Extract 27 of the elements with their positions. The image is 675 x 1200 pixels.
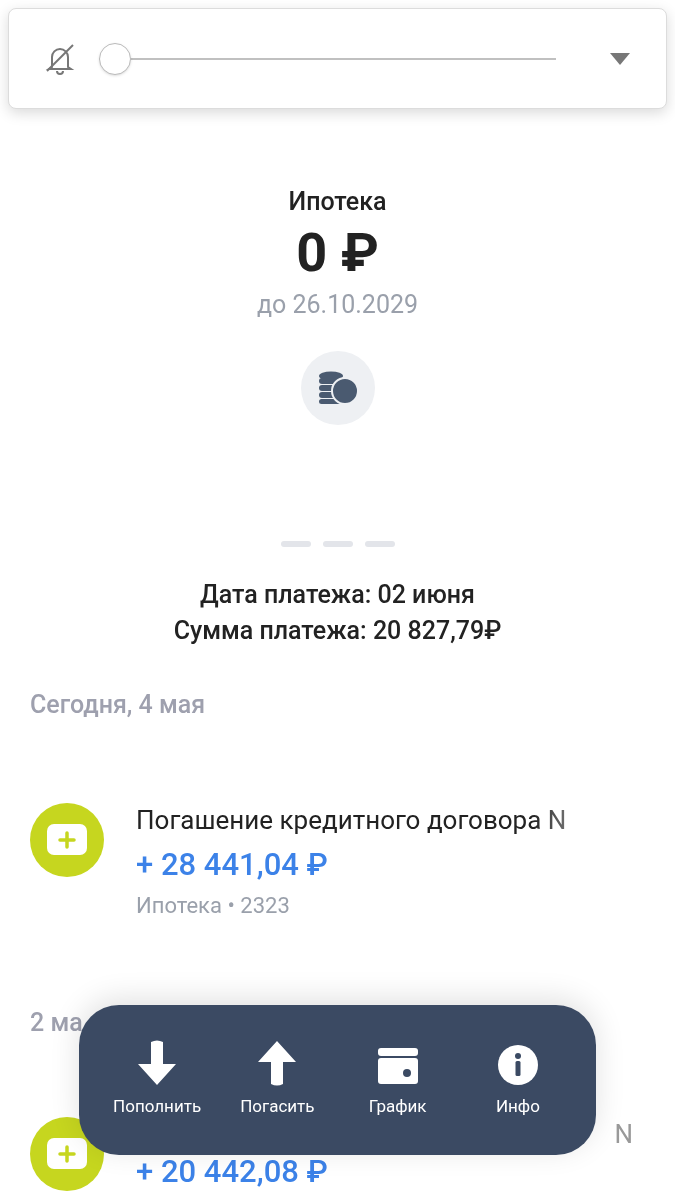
transaction-amount: + 20 442,08 ₽: [136, 1155, 329, 1189]
bell-muted-icon[interactable]: [45, 42, 75, 75]
info-icon: [496, 1044, 539, 1087]
transaction-subtitle: Ипотека • 2323: [136, 892, 291, 920]
wallet-icon: [376, 1046, 419, 1087]
pager-dash[interactable]: [364, 541, 395, 547]
action-button[interactable]: Пополнить: [97, 1005, 218, 1155]
payment-date: Дата платежа: 02 июня: [200, 579, 475, 611]
pager-dash[interactable]: [322, 541, 353, 547]
action-button[interactable]: График: [337, 1005, 458, 1155]
dropdown-caret-icon[interactable]: [610, 51, 630, 66]
up-arrow-icon: [256, 1040, 299, 1087]
action-button[interactable]: Инфо: [457, 1005, 578, 1155]
transaction-title: Погашение кредитного договора N: [136, 804, 568, 837]
action-button[interactable]: Погасить: [217, 1005, 338, 1155]
slider-thumb[interactable]: [99, 42, 131, 75]
pager-dash[interactable]: [280, 541, 311, 547]
date-header: 2 ма: [30, 1007, 84, 1039]
loan-balance: 0 ₽: [296, 221, 379, 285]
transaction-title: N: [614, 1118, 633, 1151]
coins-icon: [317, 371, 358, 405]
loan-title: Ипотека: [288, 186, 387, 218]
date-header: Сегодня, 4 мая: [30, 689, 207, 721]
payment-amount: Сумма платежа: 20 827,79₽: [173, 615, 502, 647]
transaction-amount: + 28 441,04 ₽: [136, 845, 329, 885]
down-arrow-icon: [136, 1040, 179, 1087]
due-date: до 26.10.2029: [256, 289, 419, 321]
